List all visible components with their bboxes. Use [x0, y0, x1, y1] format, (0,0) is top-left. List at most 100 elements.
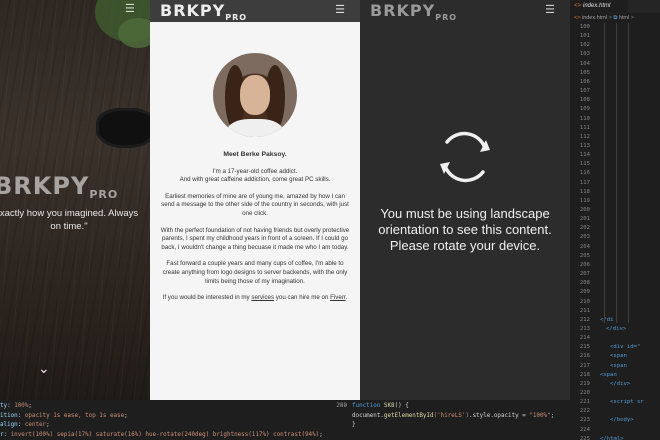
code-line: </div>	[606, 325, 627, 332]
code-line: <script sr	[610, 399, 644, 406]
line-number: 100	[579, 24, 590, 30]
hero-tagline: xactly how you imagined. Always on time.…	[0, 208, 139, 232]
html-file-icon: <>	[574, 15, 581, 21]
avatar	[213, 53, 297, 137]
line-number: 107	[579, 88, 590, 95]
about-navbar: BRKPYPRO ☰	[150, 0, 360, 22]
about-paragraph: I'm a 17-year-old coffee addict. And with…	[179, 167, 331, 184]
tab-index-html[interactable]: <> index.html	[570, 0, 628, 13]
code-line: </html>	[600, 435, 624, 440]
line-number: 206	[579, 261, 590, 268]
line-number: 219	[579, 380, 590, 387]
line-number: 106	[579, 78, 590, 85]
line-number: 111	[579, 124, 590, 131]
line-number: 113	[579, 142, 590, 149]
about-paragraph: With the perfect foundation of not havin…	[160, 226, 350, 251]
line-number: 224	[579, 426, 590, 433]
line-number: 118	[579, 188, 590, 195]
about-page: BRKPYPRO ☰ Meet Berke Paksoy. I'm a 17-y…	[150, 0, 360, 400]
rotate-message: You must be using landscape orientation …	[378, 206, 552, 253]
line-number: 211	[579, 307, 590, 314]
hamburger-icon[interactable]: ☰	[125, 2, 135, 15]
line-number: 216	[579, 353, 590, 360]
code-line: <span	[610, 362, 627, 369]
line-number: 208	[579, 280, 590, 287]
code-line: </di	[600, 316, 614, 323]
line-number: 115	[579, 161, 590, 168]
code-line: <span	[600, 371, 617, 378]
rotate-overlay: BRKPYPRO ☰ You must be using landscape o…	[360, 0, 570, 400]
services-link[interactable]: services	[251, 294, 274, 301]
line-number: 119	[579, 197, 590, 204]
indent-guide	[628, 23, 629, 323]
line-number: 223	[579, 417, 590, 424]
line-number: 225	[579, 435, 590, 440]
line-number: 101	[579, 33, 590, 40]
line-number: 117	[579, 179, 590, 186]
css-line: r: invert(100%) sepia(17%) saturate(16%)…	[0, 431, 323, 438]
indent-guide	[616, 23, 617, 323]
css-snippet[interactable]: ty: 100%; ition: opacity 1s ease, top 1s …	[0, 400, 330, 440]
breadcrumb-file[interactable]: index.html	[582, 15, 607, 21]
line-number: 202	[579, 225, 590, 232]
code-line: <span	[610, 353, 627, 360]
tag-icon: ⧉	[613, 15, 618, 21]
css-line: ty: 100%;	[0, 403, 32, 409]
hero-logo: BRKPYPRO	[0, 172, 119, 201]
js-line: document.getElementById('hireLS').style.…	[352, 412, 555, 419]
line-number: 201	[579, 216, 590, 223]
line-number: 116	[579, 170, 590, 177]
line-number: 109	[579, 106, 590, 113]
hamburger-icon[interactable]: ☰	[545, 3, 555, 16]
chevron-down-icon[interactable]: ⌄	[38, 360, 50, 377]
editor-tabbar: <> index.html	[570, 0, 660, 13]
about-paragraph: Earliest memories of mine are of young m…	[161, 192, 349, 217]
mug-decoration	[96, 108, 150, 148]
about-logo[interactable]: BRKPYPRO	[160, 1, 247, 22]
about-text: Meet Berke Paksoy. I'm a 17-year-old cof…	[160, 151, 350, 311]
about-paragraph: If you would be interested in my service…	[162, 294, 348, 302]
line-number: 110	[579, 115, 590, 122]
code-editor: <> index.html <> index.html > ⧉ html > 10…	[570, 0, 660, 440]
rotate-navbar: BRKPYPRO ☰	[360, 0, 570, 22]
line-number: 200	[579, 207, 590, 213]
js-line: function SK8() {	[352, 403, 409, 409]
fiverr-link[interactable]: Fiverr	[330, 294, 345, 301]
js-snippet[interactable]: 249 250 function SK8() { document.getEleme…	[330, 400, 570, 440]
line-number: 214	[579, 335, 590, 342]
line-number: 210	[579, 298, 590, 305]
code-line: </body>	[610, 417, 634, 424]
code-line: <div id="	[610, 344, 641, 351]
rotate-icon	[440, 131, 490, 183]
line-number: 104	[579, 60, 590, 67]
plant-decoration	[118, 18, 150, 48]
line-number: 102	[579, 42, 590, 49]
rotate-logo[interactable]: BRKPYPRO	[370, 1, 457, 22]
line-number: 212	[579, 316, 590, 323]
line-number: 105	[579, 69, 590, 76]
js-line: }	[352, 422, 356, 428]
line-number: 217	[579, 362, 590, 369]
code-line: </div>	[610, 380, 631, 387]
css-line: ition: opacity 1s ease, top 1s ease;	[0, 412, 128, 419]
indent-guide	[604, 23, 605, 323]
line-number: 114	[579, 152, 590, 159]
breadcrumb-tag[interactable]: html	[619, 15, 629, 21]
line-number: 213	[579, 325, 590, 332]
hamburger-icon[interactable]: ☰	[335, 3, 345, 16]
line-number: 221	[579, 399, 590, 406]
line-number: 108	[579, 97, 590, 104]
line-number: 222	[579, 408, 590, 415]
about-heading: Meet Berke Paksoy.	[223, 151, 287, 158]
line-number: 203	[579, 234, 590, 241]
line-number: 112	[579, 133, 590, 140]
breadcrumb: <> index.html > ⧉ html >	[574, 15, 634, 21]
line-number: 220	[579, 390, 590, 396]
line-number: 103	[579, 51, 590, 58]
hero-section: ☰ BRKPYPRO xactly how you imagined. Alwa…	[0, 0, 150, 400]
css-line: align: center;	[0, 422, 50, 428]
line-number: 207	[579, 271, 590, 278]
line-number: 215	[579, 344, 590, 351]
line-number: 204	[579, 243, 590, 250]
line-number: 205	[579, 252, 590, 259]
